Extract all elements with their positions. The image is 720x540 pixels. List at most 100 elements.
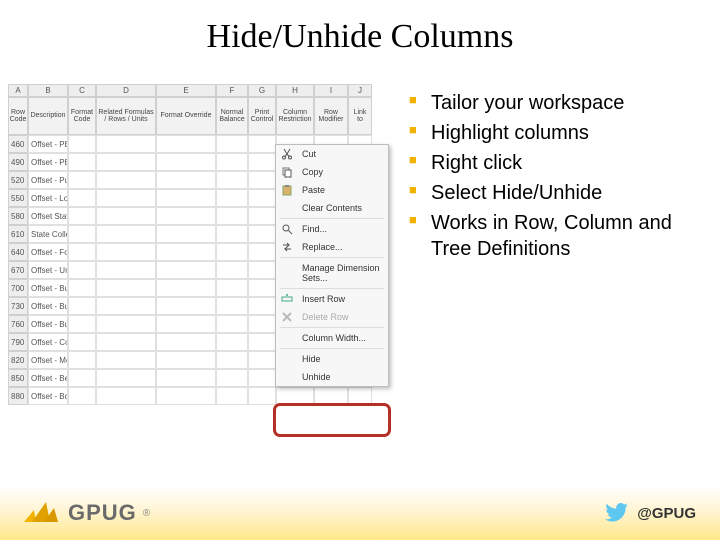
table-cell[interactable] xyxy=(216,369,248,387)
table-cell[interactable]: 610 xyxy=(8,225,28,243)
table-cell[interactable] xyxy=(216,189,248,207)
table-cell[interactable] xyxy=(156,243,216,261)
table-cell[interactable] xyxy=(156,351,216,369)
table-cell[interactable]: Offset - Pu.. xyxy=(28,171,68,189)
table-cell[interactable]: Offset - Co.. xyxy=(28,333,68,351)
table-cell[interactable] xyxy=(248,387,276,405)
table-cell[interactable] xyxy=(248,153,276,171)
table-cell[interactable] xyxy=(96,387,156,405)
column-letter[interactable]: J xyxy=(348,84,372,97)
table-cell[interactable]: Offset - PB.. xyxy=(28,153,68,171)
table-cell[interactable] xyxy=(96,243,156,261)
table-cell[interactable]: Offset - PB.. xyxy=(28,135,68,153)
column-letter[interactable]: I xyxy=(314,84,348,97)
table-cell[interactable] xyxy=(248,261,276,279)
table-cell[interactable] xyxy=(248,171,276,189)
table-cell[interactable] xyxy=(96,207,156,225)
table-cell[interactable] xyxy=(216,315,248,333)
table-cell[interactable] xyxy=(96,351,156,369)
table-cell[interactable] xyxy=(156,225,216,243)
table-cell[interactable]: 850 xyxy=(8,369,28,387)
table-cell[interactable] xyxy=(96,333,156,351)
table-cell[interactable] xyxy=(216,351,248,369)
table-cell[interactable] xyxy=(96,135,156,153)
column-letter[interactable]: B xyxy=(28,84,68,97)
table-row[interactable]: 880Offset - Bo.. xyxy=(8,387,393,405)
table-cell[interactable]: Offset - Fou.. xyxy=(28,243,68,261)
menu-item-replace[interactable]: Replace... xyxy=(276,238,388,256)
table-cell[interactable] xyxy=(216,387,248,405)
table-cell[interactable]: Offset - Bu.. xyxy=(28,315,68,333)
table-cell[interactable] xyxy=(276,387,314,405)
table-cell[interactable] xyxy=(248,135,276,153)
column-letter[interactable]: G xyxy=(248,84,276,97)
table-cell[interactable]: 580 xyxy=(8,207,28,225)
column-header[interactable]: Row Modifier xyxy=(314,97,348,135)
column-header[interactable]: Column Restriction xyxy=(276,97,314,135)
table-cell[interactable] xyxy=(68,207,96,225)
table-cell[interactable] xyxy=(96,315,156,333)
table-cell[interactable] xyxy=(156,135,216,153)
table-cell[interactable] xyxy=(156,189,216,207)
table-cell[interactable] xyxy=(248,189,276,207)
menu-item-column-width[interactable]: Column Width... xyxy=(276,329,388,347)
column-header[interactable]: Description xyxy=(28,97,68,135)
table-cell[interactable] xyxy=(68,387,96,405)
table-cell[interactable]: 490 xyxy=(8,153,28,171)
table-cell[interactable] xyxy=(156,207,216,225)
table-cell[interactable]: 880 xyxy=(8,387,28,405)
column-letter[interactable]: E xyxy=(156,84,216,97)
table-cell[interactable] xyxy=(156,387,216,405)
menu-item-paste[interactable]: Paste xyxy=(276,181,388,199)
menu-item-cut[interactable]: Cut xyxy=(276,145,388,163)
table-cell[interactable] xyxy=(248,207,276,225)
table-cell[interactable] xyxy=(68,189,96,207)
table-cell[interactable]: Offset - Bu.. xyxy=(28,297,68,315)
table-cell[interactable] xyxy=(216,297,248,315)
table-cell[interactable] xyxy=(248,369,276,387)
table-cell[interactable] xyxy=(348,387,372,405)
column-header[interactable]: Print Control xyxy=(248,97,276,135)
table-cell[interactable] xyxy=(248,297,276,315)
column-letter[interactable]: C xyxy=(68,84,96,97)
table-cell[interactable] xyxy=(156,315,216,333)
table-cell[interactable] xyxy=(96,171,156,189)
column-header[interactable]: Format Code xyxy=(68,97,96,135)
table-cell[interactable] xyxy=(68,153,96,171)
table-cell[interactable]: 790 xyxy=(8,333,28,351)
column-header[interactable]: Format Override xyxy=(156,97,216,135)
table-cell[interactable]: 670 xyxy=(8,261,28,279)
column-letter[interactable]: D xyxy=(96,84,156,97)
table-cell[interactable] xyxy=(248,333,276,351)
table-cell[interactable] xyxy=(248,315,276,333)
table-cell[interactable] xyxy=(68,369,96,387)
table-cell[interactable]: 820 xyxy=(8,351,28,369)
table-cell[interactable] xyxy=(68,171,96,189)
menu-item-insert-row[interactable]: Insert Row xyxy=(276,290,388,308)
table-cell[interactable] xyxy=(216,153,248,171)
table-cell[interactable] xyxy=(68,333,96,351)
table-cell[interactable] xyxy=(156,153,216,171)
table-cell[interactable]: Offset - Be.. xyxy=(28,369,68,387)
table-cell[interactable] xyxy=(68,279,96,297)
column-header[interactable]: Normal Balance xyxy=(216,97,248,135)
table-cell[interactable] xyxy=(216,171,248,189)
table-cell[interactable] xyxy=(96,279,156,297)
table-cell[interactable]: Offset - Loc.. xyxy=(28,189,68,207)
table-cell[interactable] xyxy=(156,333,216,351)
table-cell[interactable]: 730 xyxy=(8,297,28,315)
table-cell[interactable]: Offset - Bu.. xyxy=(28,279,68,297)
table-cell[interactable] xyxy=(216,333,248,351)
table-cell[interactable] xyxy=(156,171,216,189)
table-cell[interactable]: 550 xyxy=(8,189,28,207)
menu-item-copy[interactable]: Copy xyxy=(276,163,388,181)
table-cell[interactable] xyxy=(156,369,216,387)
table-cell[interactable] xyxy=(216,207,248,225)
table-cell[interactable] xyxy=(96,369,156,387)
table-cell[interactable] xyxy=(68,261,96,279)
table-cell[interactable] xyxy=(96,225,156,243)
column-letter[interactable]: H xyxy=(276,84,314,97)
menu-item-clear-contents[interactable]: Clear Contents xyxy=(276,199,388,217)
menu-item-manage-dimension-sets[interactable]: Manage Dimension Sets... xyxy=(276,259,388,287)
table-cell[interactable] xyxy=(216,243,248,261)
